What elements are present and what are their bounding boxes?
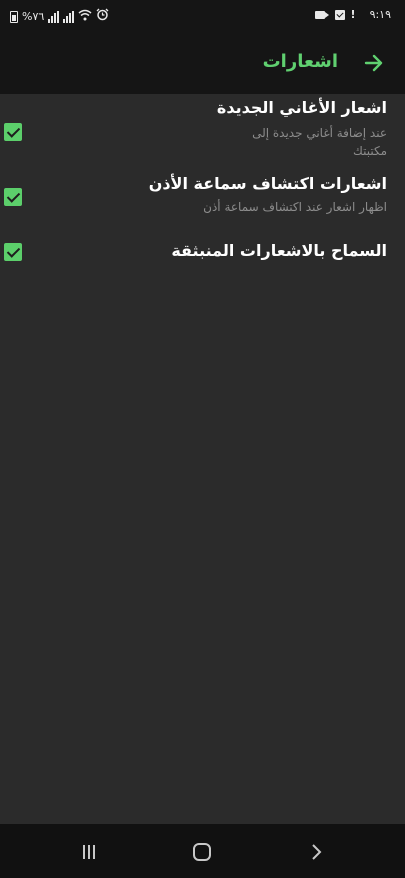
signal-icon (48, 10, 60, 23)
system-nav-bar (0, 824, 405, 878)
new-songs-checkbox[interactable] (4, 123, 22, 141)
home-button[interactable] (190, 840, 214, 864)
setting-subtitle: عند إضافة أغاني جديدة إلى مكتبتك (252, 126, 387, 158)
setting-earphone-detect[interactable]: اشعارات اكتشاف سماعة الأذن اظهار اشعار ع… (0, 168, 405, 218)
setting-title: اشعارات اكتشاف سماعة الأذن (148, 174, 387, 193)
setting-popup-notifications[interactable]: السماح بالاشعارات المنبثقة (0, 218, 405, 278)
page-title: اشعارات (262, 51, 338, 72)
wifi-icon (78, 9, 92, 25)
status-left: %٧٦ (10, 8, 109, 25)
chevron-right-icon (312, 844, 322, 860)
setting-title: السماح بالاشعارات المنبثقة (171, 241, 387, 260)
back-button[interactable] (361, 50, 387, 76)
status-right: ! ٩:١٩ (314, 8, 391, 22)
alert-icon: ! (350, 8, 356, 21)
recent-apps-button[interactable] (77, 840, 101, 864)
recent-apps-icon (83, 845, 95, 859)
alarm-icon (96, 8, 109, 25)
task-check-icon (334, 10, 345, 20)
video-call-icon (314, 11, 329, 19)
battery-percent: %٧٦ (22, 9, 45, 23)
arrow-right-icon (364, 54, 383, 72)
setting-subtitle: اظهار اشعار عند اكتشاف سماعة أذن (203, 200, 387, 214)
setting-new-songs[interactable]: اشعار الأغاني الجديدة عند إضافة أغاني جد… (0, 94, 405, 168)
setting-title: اشعار الأغاني الجديدة (216, 98, 387, 117)
battery-icon (10, 10, 18, 23)
back-nav-button[interactable] (304, 840, 328, 864)
popup-notifications-checkbox[interactable] (4, 243, 22, 261)
signal-icon-2 (63, 10, 75, 23)
earphone-detect-checkbox[interactable] (4, 188, 22, 206)
home-icon (193, 843, 211, 861)
status-bar: %٧٦ ! ٩:١٩ (0, 0, 405, 34)
status-time: ٩:١٩ (369, 8, 391, 21)
app-bar: اشعارات (0, 34, 405, 94)
settings-list: اشعار الأغاني الجديدة عند إضافة أغاني جد… (0, 94, 405, 278)
